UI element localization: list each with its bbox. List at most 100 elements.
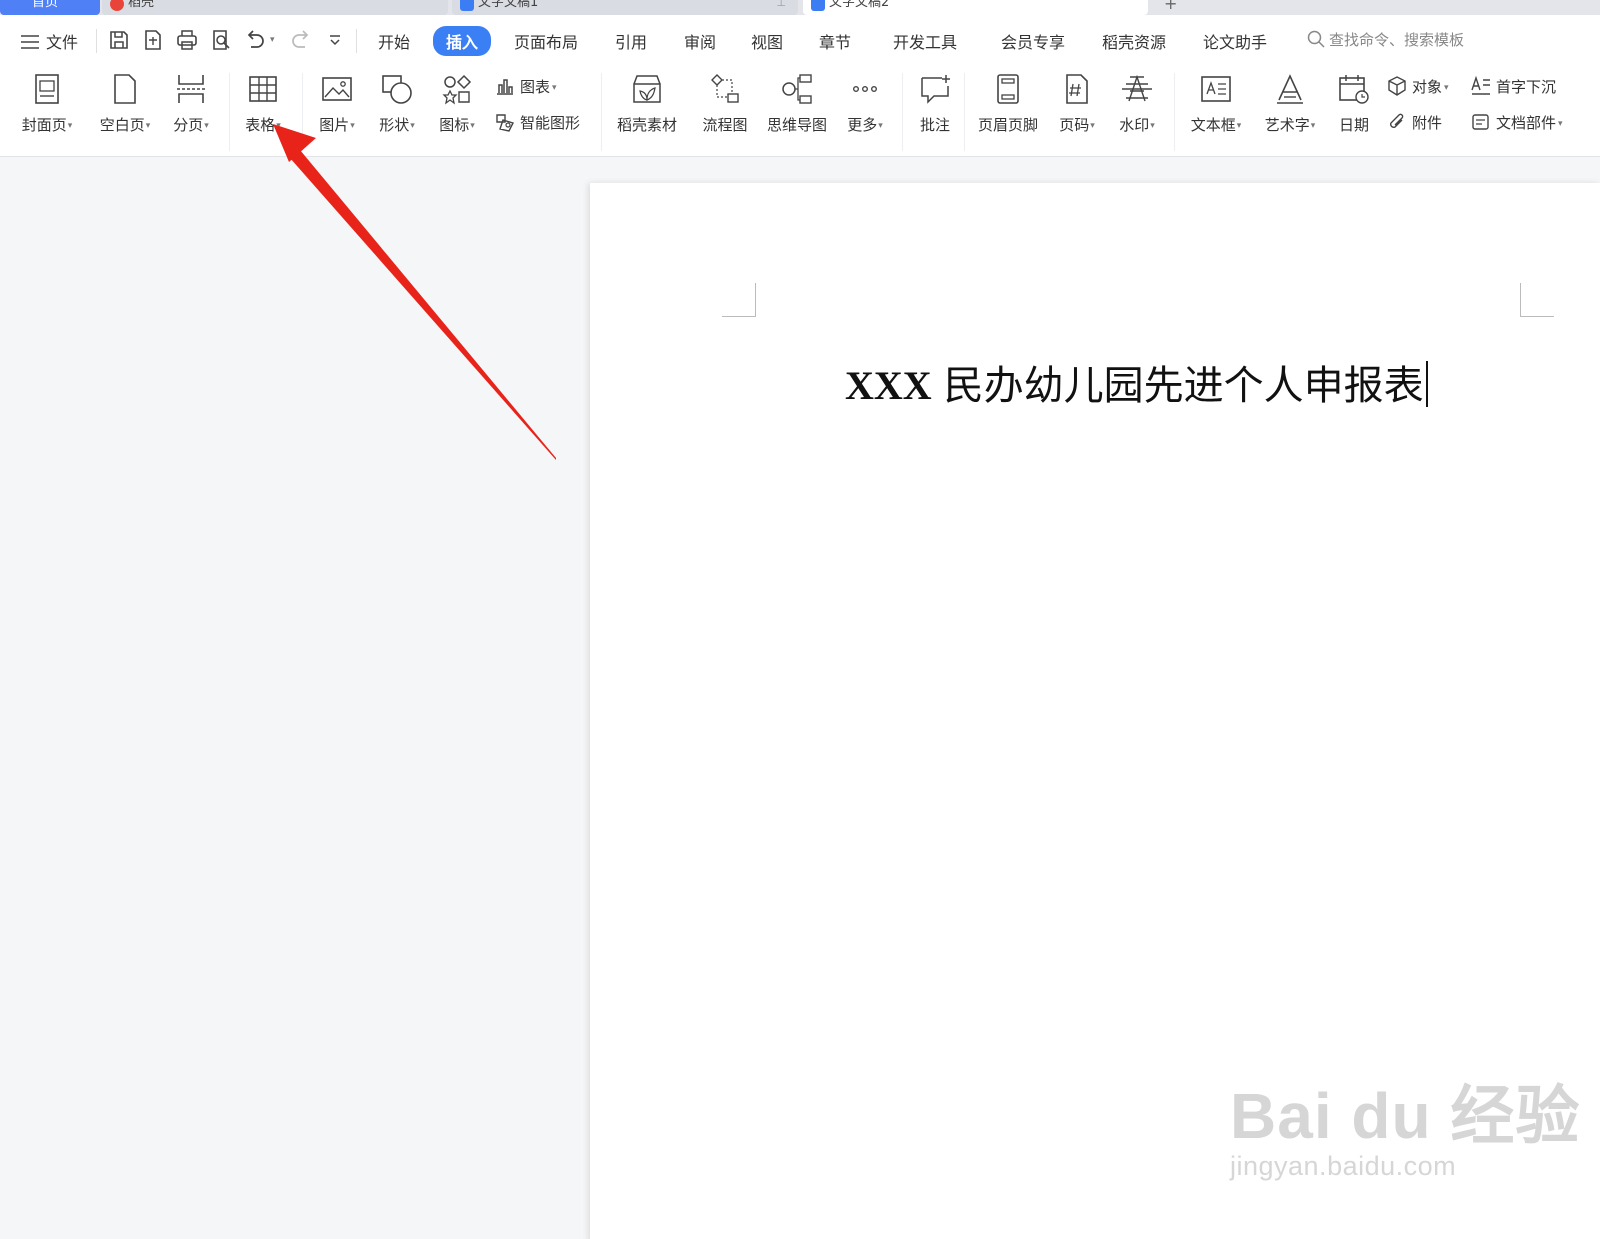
chevron-down-icon: ▾	[1090, 121, 1095, 131]
divider	[601, 73, 602, 151]
mindmap-button[interactable]: 思维导图	[762, 67, 832, 145]
chart-button[interactable]: 图表 ▾	[494, 75, 557, 99]
table-label: 表格	[245, 116, 276, 134]
picture-button[interactable]: 图片▾	[312, 67, 362, 145]
undo-icon[interactable]	[242, 27, 268, 53]
tab-document-2[interactable]: 文字文稿2	[803, 0, 1148, 15]
file-menu[interactable]: 文件	[20, 29, 78, 53]
close-icon[interactable]: ⊥	[776, 0, 786, 15]
tab-label: 稻壳	[128, 0, 155, 10]
document-parts-button[interactable]: 文档部件 ▾	[1470, 111, 1563, 135]
watermark-brand: Bai du 经验	[1230, 1080, 1581, 1152]
file-menu-label: 文件	[46, 33, 79, 52]
docer-material-button[interactable]: 稻壳素材	[610, 67, 684, 145]
redo-icon[interactable]	[288, 27, 314, 53]
more-button[interactable]: 更多▾	[840, 67, 890, 145]
table-button[interactable]: 表格▾	[238, 67, 288, 145]
flowchart-icon	[711, 74, 739, 103]
textbox-label: 文本框	[1190, 116, 1236, 134]
tab-home[interactable]: 首页	[0, 0, 100, 15]
date-button[interactable]: 日期	[1332, 67, 1376, 145]
search-placeholder: 查找命令、搜索模板	[1329, 31, 1465, 49]
document-parts-icon	[1472, 114, 1489, 130]
menu-tab-thesis-assistant[interactable]: 论文助手	[1203, 29, 1267, 53]
menu-tab-developer[interactable]: 开发工具	[893, 29, 957, 53]
more-label: 更多	[847, 116, 878, 134]
blank-page-button[interactable]: 空白页▾	[92, 67, 158, 145]
menu-tab-chapter[interactable]: 章节	[819, 29, 851, 53]
divider	[96, 29, 97, 53]
textbox-button[interactable]: 文本框▾	[1184, 67, 1248, 145]
docer-icon	[110, 0, 124, 11]
menu-tab-insert[interactable]: 插入	[433, 26, 492, 56]
comment-button[interactable]: 批注	[910, 67, 960, 145]
menu-tab-start[interactable]: 开始	[378, 29, 410, 53]
print-preview-icon[interactable]	[208, 27, 234, 53]
chevron-down-icon: ▾	[145, 121, 151, 131]
cover-page-button[interactable]: 封面页▾	[14, 67, 80, 145]
tab-label: 文字文稿1	[478, 0, 539, 10]
baidu-jingyan-watermark: Bai du 经验 jingyan.baidu.com	[1230, 1065, 1580, 1182]
chevron-down-icon[interactable]: ▾	[270, 35, 275, 45]
icon-library-button[interactable]: 图标▾	[432, 67, 482, 145]
wordart-button[interactable]: 艺术字▾	[1258, 67, 1322, 145]
document-title[interactable]: XXX 民办幼儿园先进个人申报表	[845, 353, 1428, 411]
tab-document-1[interactable]: 文字文稿1 ⊥	[452, 0, 798, 15]
attachment-button[interactable]: 附件	[1386, 111, 1442, 135]
divider	[302, 73, 303, 151]
object-button[interactable]: 对象 ▾	[1386, 75, 1449, 99]
document-parts-label: 文档部件	[1496, 114, 1557, 132]
docer-material-label: 稻壳素材	[616, 116, 677, 134]
tab-label: 首页	[32, 0, 59, 10]
chevron-down-icon: ▾	[878, 121, 883, 131]
tab-strip: 首页 稻壳 文字文稿1 ⊥ 文字文稿2 +	[0, 0, 1600, 15]
shape-label: 形状	[379, 116, 410, 134]
chevron-down-icon: ▾	[470, 121, 475, 131]
new-tab-button[interactable]: +	[1164, 0, 1177, 13]
drop-cap-button[interactable]: 首字下沉	[1470, 75, 1556, 99]
chevron-down-icon: ▾	[410, 121, 415, 131]
smartart-button[interactable]: 智能图形	[494, 111, 580, 135]
margin-marker-top-left	[722, 283, 756, 317]
blank-page-label: 空白页	[99, 116, 145, 134]
icon-library-label: 图标	[439, 116, 470, 134]
export-pdf-icon[interactable]	[140, 27, 166, 53]
menu-tab-page-layout[interactable]: 页面布局	[514, 29, 578, 53]
tab-docer[interactable]: 稻壳	[102, 0, 448, 15]
chevron-down-icon: ▾	[552, 83, 557, 93]
calendar-icon	[1339, 75, 1369, 104]
chevron-down-icon: ▾	[1444, 83, 1449, 93]
shape-button[interactable]: 形状▾	[372, 67, 422, 145]
chevron-down-icon: ▾	[1310, 121, 1316, 131]
print-icon[interactable]	[174, 27, 200, 53]
header-footer-icon	[997, 74, 1019, 104]
watermark-label: 水印	[1119, 116, 1150, 134]
watermark-icon	[1122, 74, 1152, 102]
divider	[356, 29, 357, 53]
chevron-down-icon: ▾	[67, 121, 73, 131]
menu-tab-review[interactable]: 审阅	[684, 29, 716, 53]
menu-tab-docer-resources[interactable]: 稻壳资源	[1102, 29, 1166, 53]
flowchart-button[interactable]: 流程图	[696, 67, 754, 145]
shape-icon	[382, 75, 412, 104]
header-footer-button[interactable]: 页眉页脚	[972, 67, 1044, 145]
menu-tab-references[interactable]: 引用	[615, 29, 647, 53]
title-text: 民办幼儿园先进个人申报表	[943, 363, 1424, 409]
divider	[229, 73, 230, 151]
icons-icon	[442, 74, 472, 105]
chevron-down-icon: ▾	[1150, 121, 1155, 131]
watermark-button[interactable]: 水印▾	[1112, 67, 1162, 145]
insert-ribbon: 封面页▾ 空白页▾ 分页▾ 表格▾ 图片▾ 形状▾ 图标▾ 图表 ▾ 智能图形 稻…	[0, 67, 1600, 157]
page-number-button[interactable]: 页码▾	[1052, 67, 1102, 145]
chevron-down-icon: ▾	[1558, 119, 1563, 129]
page-break-button[interactable]: 分页▾	[166, 67, 216, 145]
menu-tab-view[interactable]: 视图	[751, 29, 783, 53]
mindmap-label: 思维导图	[766, 116, 827, 134]
command-search[interactable]: 查找命令、搜索模板	[1307, 29, 1464, 50]
flowchart-label: 流程图	[702, 116, 748, 134]
divider	[902, 73, 903, 151]
chart-icon	[497, 79, 513, 95]
menu-tab-member[interactable]: 会员专享	[1001, 29, 1065, 53]
save-icon[interactable]	[106, 27, 132, 53]
customize-toolbar-icon[interactable]	[322, 27, 348, 53]
